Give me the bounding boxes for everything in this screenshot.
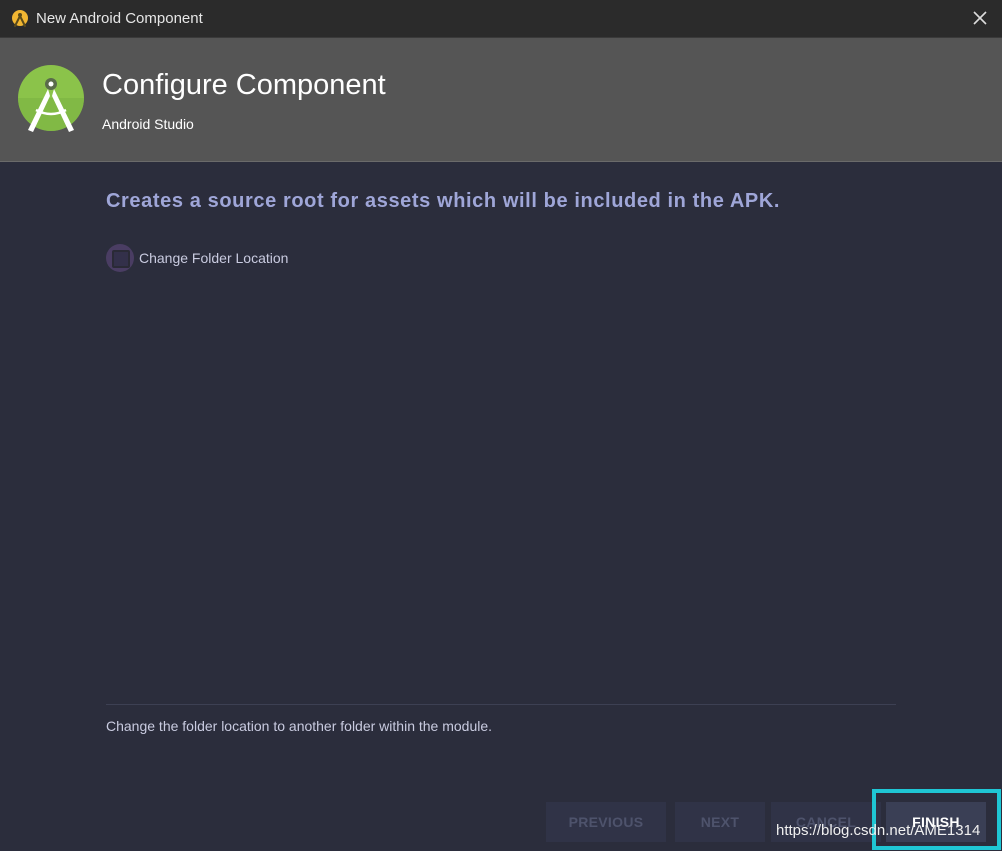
android-studio-icon [12,10,28,27]
close-icon[interactable] [970,8,990,28]
title-bar: New Android Component [0,0,1002,38]
page-title: Configure Component [102,69,386,101]
previous-button[interactable]: PREVIOUS [546,802,666,842]
android-studio-logo [18,65,84,132]
window-title: New Android Component [36,10,203,27]
divider [106,704,896,705]
checkbox-box[interactable] [112,250,130,268]
help-text: Change the folder location to another fo… [106,718,493,734]
cancel-button[interactable]: CANCEL [771,802,881,842]
finish-button[interactable]: FINISH [886,802,986,842]
dialog-window: New Android Component Configure Componen… [0,0,1002,851]
header-band: Configure Component Android Studio [0,38,1002,162]
next-button[interactable]: NEXT [675,802,765,842]
page-subtitle: Android Studio [102,116,194,132]
checkbox-label[interactable]: Change Folder Location [139,250,288,266]
component-description: Creates a source root for assets which w… [106,190,781,212]
